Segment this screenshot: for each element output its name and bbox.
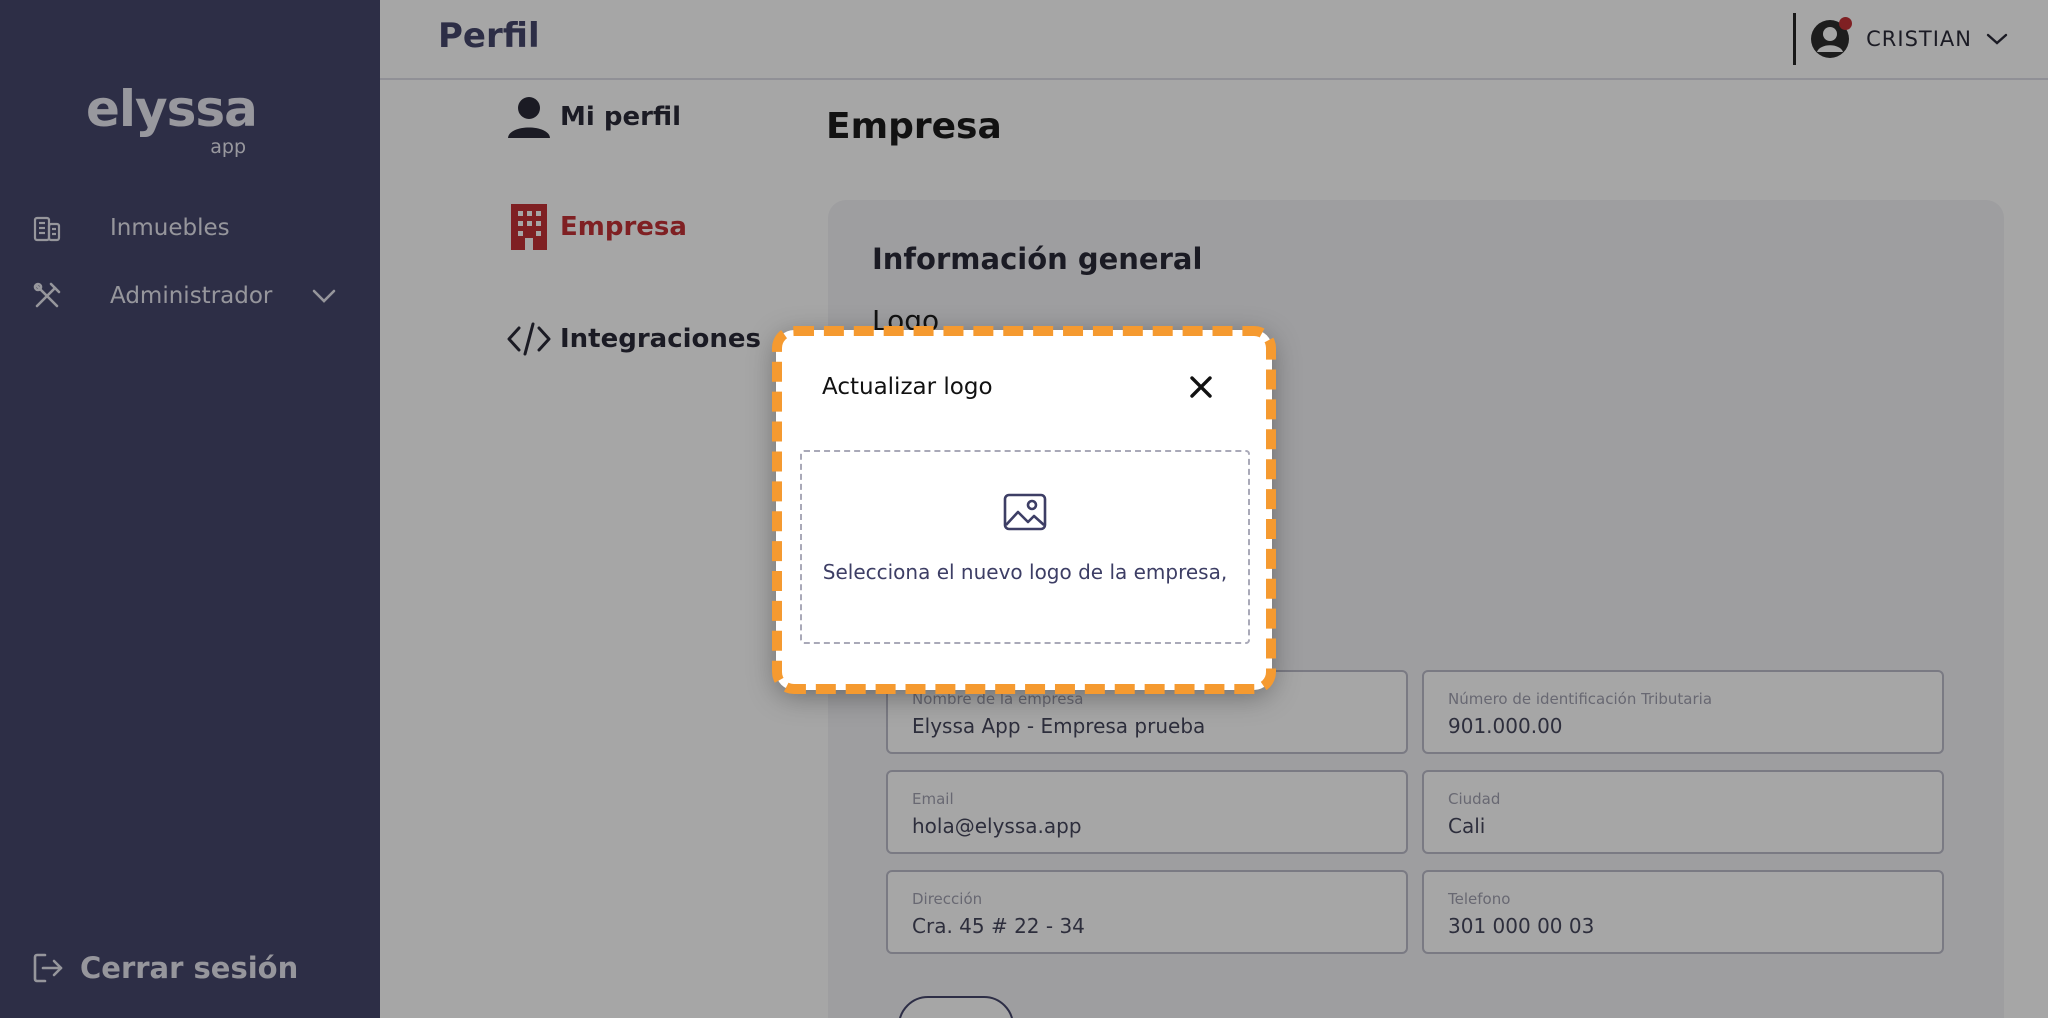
logo-dropzone[interactable]: Selecciona el nuevo logo de la empresa, xyxy=(800,450,1250,644)
modal-title: Actualizar logo xyxy=(822,374,993,400)
dropzone-text: Selecciona el nuevo logo de la empresa, xyxy=(822,560,1228,584)
close-icon[interactable] xyxy=(1188,374,1214,400)
image-icon xyxy=(1002,492,1048,532)
update-logo-modal: Actualizar logo Selecciona el nuevo logo… xyxy=(776,330,1272,690)
